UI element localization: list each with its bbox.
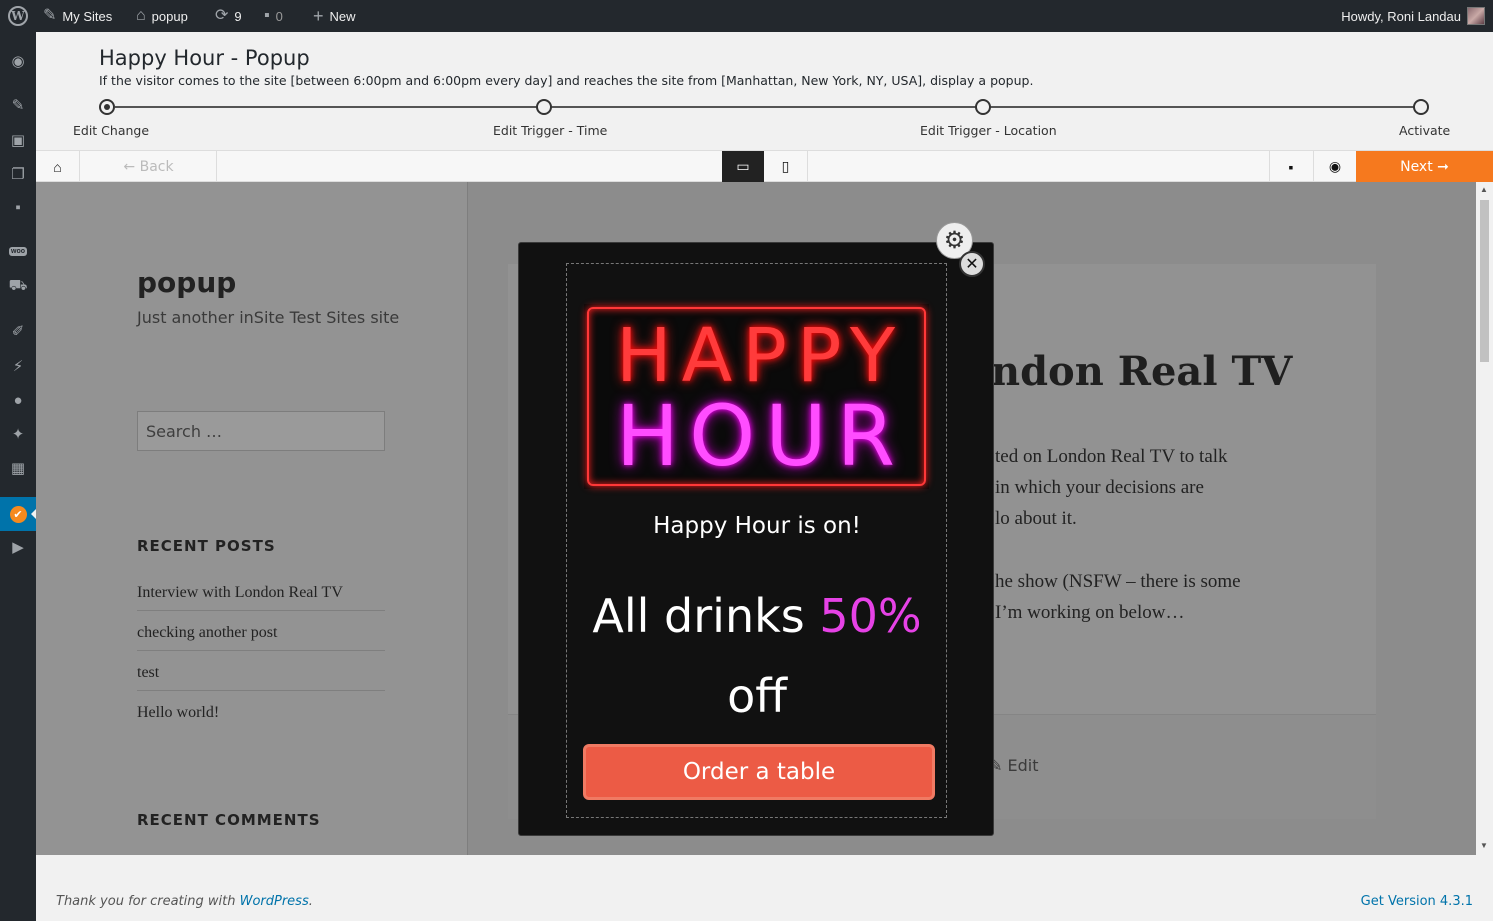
desktop-icon: ▭ <box>736 158 750 174</box>
dashboard-icon[interactable]: ◉ <box>8 51 28 71</box>
editor-toolbar: ⌂ ← Back ▭ ▯ ▪ ◉ Next ➞ <box>36 150 1493 182</box>
scroll-down-arrow-icon[interactable]: ▼ <box>1480 841 1488 850</box>
footer-thanks: Thank you for creating with WordPress. <box>56 894 313 909</box>
my-sites-menu[interactable]: ✎ My Sites <box>43 0 112 32</box>
next-button[interactable]: Next ➞ <box>1356 151 1493 182</box>
article-text-line: lo about it. <box>995 508 1077 529</box>
step-label-trigger-time[interactable]: Edit Trigger - Time <box>493 123 607 138</box>
happy-hour-popup: HAPPY HOUR Happy Hour is on! All drinks … <box>518 242 994 836</box>
account-menu[interactable]: Howdy, Roni Landau <box>1341 0 1485 32</box>
step-label-edit-change[interactable]: Edit Change <box>73 123 149 138</box>
edit-post-label: Edit <box>1007 756 1039 775</box>
offer-suffix: off <box>727 669 787 723</box>
neon-text-happy: HAPPY <box>615 313 906 399</box>
collapse-menu-icon[interactable]: ▶ <box>8 537 28 557</box>
comment-icon: ▪ <box>264 7 270 24</box>
preview-scrollbar[interactable]: ▲ ▼ <box>1476 182 1493 855</box>
save-icon: ▪ <box>1288 158 1294 175</box>
step-label-trigger-location[interactable]: Edit Trigger - Location <box>920 123 1057 138</box>
preview-button[interactable]: ◉ <box>1313 151 1356 182</box>
posts-pin-icon[interactable]: ✎ <box>8 95 28 115</box>
step-label-activate[interactable]: Activate <box>1399 123 1450 138</box>
new-label: New <box>329 8 356 24</box>
step-dot-activate[interactable] <box>1413 99 1429 115</box>
recent-post-link[interactable]: test <box>137 664 385 691</box>
comments-icon[interactable]: ▪ <box>8 197 28 217</box>
mobile-view-button[interactable]: ▯ <box>764 151 808 182</box>
recent-comments-heading: RECENT COMMENTS <box>137 811 321 829</box>
pages-icon[interactable]: ❐ <box>8 164 28 184</box>
site-search-input[interactable]: Search … <box>137 411 385 451</box>
article-text-line: ted on London Real TV to talk <box>995 446 1228 467</box>
back-button[interactable]: ← Back <box>81 151 217 182</box>
woocommerce-icon[interactable]: woo <box>8 241 28 261</box>
my-sites-label: My Sites <box>62 8 113 24</box>
admin-sidebar: ◉ ✎ ▣ ❐ ▪ woo ⛟ ✐ ⚡ ● ✦ ▦ ✔ ▶ <box>0 32 36 921</box>
home-button[interactable]: ⌂ <box>36 151 80 182</box>
settings-icon[interactable]: ▦ <box>8 458 28 478</box>
plus-icon: + <box>313 6 324 26</box>
scroll-up-arrow-icon[interactable]: ▲ <box>1480 185 1488 194</box>
appearance-icon[interactable]: ✐ <box>8 321 28 341</box>
offer-percent: 50% <box>819 589 922 643</box>
updates-count: 9 <box>234 8 242 24</box>
site-menu[interactable]: ⌂ popup <box>136 0 188 32</box>
admin-footer: Thank you for creating with WordPress. G… <box>36 860 1493 921</box>
article-text-line: I’m working on below… <box>995 602 1185 623</box>
avatar <box>1467 7 1485 25</box>
change-description: If the visitor comes to the site [betwee… <box>99 73 1034 88</box>
users-icon[interactable]: ● <box>8 390 28 410</box>
recent-post-link[interactable]: Interview with London Real TV <box>137 584 385 611</box>
popup-offer-text[interactable]: All drinks 50% off <box>519 576 995 736</box>
wordpress-logo-icon[interactable]: W <box>8 0 28 32</box>
updates-icon: ⟳ <box>215 7 229 24</box>
site-title[interactable]: popup <box>137 266 236 299</box>
comments-menu[interactable]: ▪ 0 <box>264 0 283 32</box>
footer-thanks-text: Thank you for creating with <box>56 894 236 909</box>
home-icon: ⌂ <box>53 158 62 175</box>
page-title: Happy Hour - Popup <box>99 46 310 70</box>
updates-menu[interactable]: ⟳ 9 <box>215 0 242 32</box>
order-table-button[interactable]: Order a table <box>583 744 935 800</box>
insite-plugin-icon[interactable]: ✔ <box>8 504 28 524</box>
site-name-label: popup <box>151 8 188 24</box>
recent-post-link[interactable]: checking another post <box>137 624 385 651</box>
steps-progress-line <box>115 106 1421 108</box>
get-version-link[interactable]: Get Version 4.3.1 <box>1361 894 1473 909</box>
products-cart-icon[interactable]: ⛟ <box>8 276 28 296</box>
offer-prefix: All drinks <box>592 589 805 643</box>
step-dot-trigger-location[interactable] <box>975 99 991 115</box>
recent-post-link[interactable]: Hello world! <box>137 704 385 730</box>
wordpress-link[interactable]: WordPress <box>240 894 309 909</box>
neon-text-hour: HOUR <box>615 387 906 485</box>
tools-wrench-icon[interactable]: ✦ <box>8 424 28 444</box>
site-sidebar-column <box>36 182 467 855</box>
plugins-icon[interactable]: ⚡ <box>8 356 28 376</box>
media-icon[interactable]: ▣ <box>8 130 28 150</box>
comments-count: 0 <box>275 8 283 24</box>
home-icon: ⌂ <box>136 7 146 24</box>
site-tagline: Just another inSite Test Sites site <box>137 308 400 327</box>
step-dot-edit-change[interactable] <box>99 99 115 115</box>
column-divider <box>467 182 468 855</box>
change-wizard-header: Happy Hour - Popup If the visitor comes … <box>36 32 1493 150</box>
article-title[interactable]: ndon Real TV <box>991 348 1292 395</box>
howdy-label: Howdy, Roni Landau <box>1341 8 1461 24</box>
edit-post-link[interactable]: ✎ Edit <box>989 756 1038 775</box>
new-content-menu[interactable]: + New <box>313 0 356 32</box>
eye-icon: ◉ <box>1328 158 1342 174</box>
popup-subtitle[interactable]: Happy Hour is on! <box>519 513 995 539</box>
save-button[interactable]: ▪ <box>1269 151 1312 182</box>
happy-hour-neon-image[interactable]: HAPPY HOUR <box>584 304 929 489</box>
admin-bar: W ✎ My Sites ⌂ popup ⟳ 9 ▪ 0 + New Howdy… <box>0 0 1493 32</box>
step-dot-trigger-time[interactable] <box>536 99 552 115</box>
scrollbar-thumb[interactable] <box>1480 200 1489 362</box>
mobile-icon: ▯ <box>781 158 790 174</box>
recent-posts-heading: RECENT POSTS <box>137 537 276 555</box>
desktop-view-button[interactable]: ▭ <box>722 151 764 182</box>
article-text-line: he show (NSFW – there is some <box>995 571 1241 592</box>
popup-close-icon[interactable]: ✕ <box>959 251 985 277</box>
pin-icon: ✎ <box>43 7 57 24</box>
article-text-line: in which your decisions are <box>995 477 1204 498</box>
